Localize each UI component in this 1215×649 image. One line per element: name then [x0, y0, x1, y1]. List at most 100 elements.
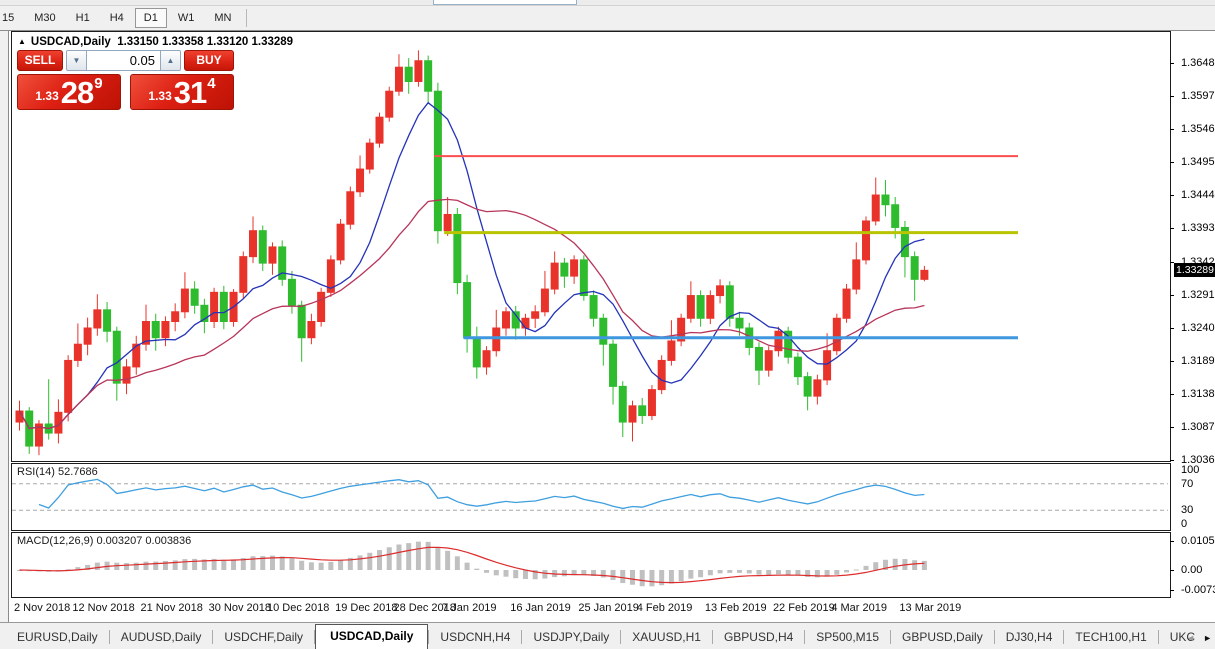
tab-item-audusd-daily[interactable]: AUDUSD,Daily: [110, 625, 213, 649]
tab-item-tech100-h1[interactable]: TECH100,H1: [1064, 625, 1157, 649]
rsi-indicator-pane[interactable]: RSI(14) 52.7686: [11, 463, 1171, 531]
macd-axis-label: -0.0073: [1181, 584, 1215, 597]
tabs-scroll-left-icon[interactable]: ◄: [1186, 633, 1195, 643]
price-axis-tick: [1170, 129, 1174, 130]
price-axis-tick: [1170, 328, 1174, 329]
sell-button[interactable]: SELL: [17, 50, 63, 71]
timeframe-button-D1[interactable]: D1: [135, 8, 167, 28]
tab-item-dj30-h4[interactable]: DJ30,H4: [995, 625, 1064, 649]
buy-price-prefix: 1.33: [148, 89, 171, 103]
date-axis-label: 12 Nov 2018: [72, 602, 134, 614]
price-axis-tick: [1170, 394, 1174, 395]
rsi-axis-label: 0: [1181, 518, 1187, 531]
chart-tab-list: EURUSD,DailyAUDUSD,DailyUSDCHF,DailyUSDC…: [0, 623, 1215, 649]
timeframe-button-MN[interactable]: MN: [205, 8, 240, 28]
price-axis-tick: [1170, 295, 1174, 296]
price-axis-tick: [1170, 63, 1174, 64]
toolbar-separator: [246, 9, 247, 27]
price-axis-label: 1.34445: [1181, 189, 1215, 202]
date-axis-label: 25 Jan 2019: [578, 602, 639, 614]
price-axis-tick: [1170, 262, 1174, 263]
sell-price-prefix: 1.33: [35, 89, 58, 103]
volume-input[interactable]: [87, 50, 160, 71]
timeframe-toolbar: 15M30H1H4D1W1MN: [0, 6, 1215, 31]
volume-up-icon: ▲: [167, 56, 175, 65]
sell-quote-button[interactable]: 1.33 28 9: [17, 74, 121, 110]
macd-axis-tick: [1170, 541, 1174, 542]
date-axis-label: 2 Nov 2018: [14, 602, 70, 614]
rsi-chart-canvas[interactable]: [12, 464, 1170, 530]
price-axis-label: 1.31385: [1181, 388, 1215, 401]
macd-axis-tick: [1170, 590, 1174, 591]
rsi-axis-label: 100: [1181, 464, 1199, 477]
date-axis-label: 22 Feb 2019: [773, 602, 835, 614]
price-axis-label: 1.33425: [1181, 256, 1215, 269]
price-axis-label: 1.32915: [1181, 289, 1215, 302]
chart-ohlc-values: 1.33150 1.33358 1.33120 1.33289: [117, 36, 293, 48]
price-axis-label: 1.31895: [1181, 355, 1215, 368]
chart-tab-bar: EURUSD,DailyAUDUSD,DailyUSDCHF,DailyUSDC…: [0, 622, 1215, 649]
tab-item-gbpusd-h4[interactable]: GBPUSD,H4: [713, 625, 804, 649]
tab-item-usdchf-daily[interactable]: USDCHF,Daily: [213, 625, 314, 649]
price-axis-tick: [1170, 96, 1174, 97]
tab-item-usdjpy-daily[interactable]: USDJPY,Daily: [522, 625, 620, 649]
tabs-scroll-right-icon[interactable]: ►: [1203, 633, 1212, 643]
timeframe-button-H4[interactable]: H4: [101, 8, 133, 28]
macd-label: MACD(12,26,9) 0.003207 0.003836: [17, 535, 191, 547]
price-axis-tick: [1170, 427, 1174, 428]
collapse-panel-icon[interactable]: ▲: [18, 37, 26, 46]
timeframe-button-H1[interactable]: H1: [67, 8, 99, 28]
price-axis-label: 1.35465: [1181, 123, 1215, 136]
chart-symbol-label: USDCAD,Daily: [31, 36, 111, 48]
buy-quote-button[interactable]: 1.33 31 4: [130, 74, 234, 110]
macd-indicator-pane[interactable]: MACD(12,26,9) 0.003207 0.003836: [11, 532, 1171, 598]
date-axis-label: 7 Jan 2019: [442, 602, 496, 614]
rsi-axis-label: 70: [1181, 478, 1193, 491]
price-axis-label: 1.32405: [1181, 322, 1215, 335]
tab-item-gbpusd-daily[interactable]: GBPUSD,Daily: [891, 625, 994, 649]
buy-button[interactable]: BUY: [184, 50, 234, 71]
terminal-window: 15M30H1H4D1W1MN ▲USDCAD,Daily 1.33150 1.…: [0, 0, 1215, 649]
price-axis-tick: [1170, 460, 1174, 461]
tab-item-eurusd-daily[interactable]: EURUSD,Daily: [6, 625, 109, 649]
tab-item-xauusd-h1[interactable]: XAUUSD,H1: [621, 625, 712, 649]
price-axis-label: 1.33935: [1181, 222, 1215, 235]
price-axis-tick: [1170, 228, 1174, 229]
date-axis-label: 4 Feb 2019: [637, 602, 693, 614]
date-axis[interactable]: 2 Nov 201812 Nov 201821 Nov 201830 Nov 2…: [11, 598, 1171, 620]
one-click-trading-panel: SELL ▼ ▲ BUY 1.33 28 9 1.33 31 4: [16, 50, 244, 116]
macd-axis-tick: [1170, 570, 1174, 571]
date-axis-label: 13 Mar 2019: [899, 602, 961, 614]
price-axis-tick: [1170, 195, 1174, 196]
chart-window: ▲ USDCAD,Daily 1.33150 1.33358 1.33120 1.…: [8, 31, 1215, 622]
date-axis-label: 4 Mar 2019: [831, 602, 887, 614]
rsi-axis-label: 30: [1181, 504, 1193, 517]
price-axis[interactable]: 1.33289 1.364851.359751.354651.349551.34…: [1173, 31, 1215, 620]
price-axis-label: 1.35975: [1181, 90, 1215, 103]
tab-item-usdcad-daily[interactable]: USDCAD,Daily: [315, 624, 428, 649]
date-axis-label: 30 Nov 2018: [209, 602, 271, 614]
date-axis-label: 10 Dec 2018: [267, 602, 329, 614]
tab-scroll-arrows: ◄ ►: [1186, 633, 1212, 643]
tab-item-usdcnh-h4[interactable]: USDCNH,H4: [429, 625, 521, 649]
buy-price-big: 31: [174, 80, 206, 106]
chart-title: ▲ USDCAD,Daily 1.33150 1.33358 1.33120 1.…: [18, 36, 293, 48]
date-axis-label: 19 Dec 2018: [335, 602, 397, 614]
timeframe-button-M30[interactable]: M30: [25, 8, 64, 28]
price-axis-label: 1.30875: [1181, 421, 1215, 434]
buy-price-pip: 4: [207, 75, 215, 92]
price-axis-tick: [1170, 162, 1174, 163]
toolbar-combobox-sliver: [433, 0, 577, 5]
price-chart-pane[interactable]: ▲ USDCAD,Daily 1.33150 1.33358 1.33120 1.…: [11, 31, 1171, 462]
volume-increase-button[interactable]: ▲: [160, 50, 181, 71]
timeframe-button-W1[interactable]: W1: [169, 8, 204, 28]
volume-decrease-button[interactable]: ▼: [66, 50, 87, 71]
timeframe-button-15[interactable]: 15: [0, 8, 23, 28]
macd-axis-label: 0.010525: [1181, 535, 1215, 548]
sell-price-pip: 9: [94, 75, 102, 92]
date-axis-label: 16 Jan 2019: [510, 602, 571, 614]
volume-down-icon: ▼: [73, 56, 81, 65]
timeframe-button-group: 15M30H1H4D1W1MN: [0, 6, 252, 30]
date-axis-label: 13 Feb 2019: [705, 602, 767, 614]
tab-item-sp500-m15[interactable]: SP500,M15: [805, 625, 890, 649]
